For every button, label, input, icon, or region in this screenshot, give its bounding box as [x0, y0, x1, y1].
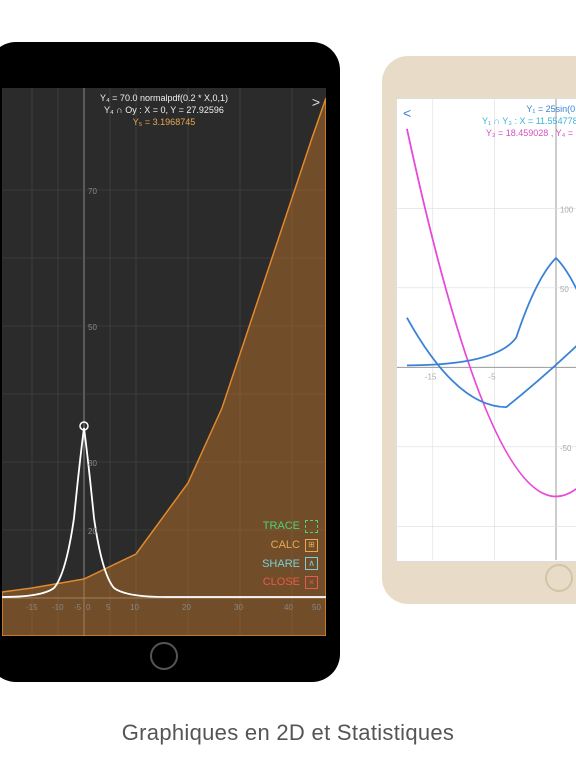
svg-text:50: 50 — [312, 603, 321, 612]
close-button[interactable]: CLOSE × — [262, 573, 318, 592]
nav-next-icon[interactable]: > — [312, 94, 320, 110]
svg-text:20: 20 — [182, 603, 191, 612]
svg-text:10: 10 — [130, 603, 139, 612]
page-caption: Graphiques en 2D et Statistiques — [0, 720, 576, 746]
svg-text:70: 70 — [88, 187, 97, 196]
svg-text:50: 50 — [560, 285, 569, 294]
svg-text:20: 20 — [88, 527, 97, 536]
svg-text:-5: -5 — [74, 603, 82, 612]
svg-text:40: 40 — [284, 603, 293, 612]
svg-text:5: 5 — [106, 603, 111, 612]
calc-button[interactable]: CALC ⊞ — [262, 536, 318, 555]
home-button-dark[interactable] — [150, 642, 178, 670]
calc-icon: ⊞ — [305, 539, 318, 552]
share-button[interactable]: SHARE ∧ — [262, 555, 318, 574]
svg-text:-50: -50 — [560, 444, 572, 453]
equation-y3-y4: Y₃ = 18.459028 , Y₄ = 2.2538278E-0 — [397, 127, 576, 139]
svg-text:50: 50 — [88, 323, 97, 332]
equation-y1: Y₁ = 25sin(0.2X) — [397, 103, 576, 115]
trace-button[interactable]: TRACE — [262, 517, 318, 536]
svg-text:100: 100 — [560, 205, 574, 214]
trace-label: TRACE — [263, 517, 300, 536]
svg-text:-5: -5 — [488, 372, 496, 381]
svg-text:30: 30 — [88, 459, 97, 468]
close-label: CLOSE — [263, 573, 300, 592]
share-label: SHARE — [262, 555, 300, 574]
equation-y4: Y₄ = 70.0 normalpdf(0.2 * X,0,1) — [2, 92, 326, 104]
graph-menu-left: TRACE CALC ⊞ SHARE ∧ CLOSE × — [262, 517, 318, 592]
svg-text:30: 30 — [234, 603, 243, 612]
ipad-dark: -15 -10 -5 0 5 10 20 30 40 50 70 50 30 20 Y₄ = 70.0 … — [0, 42, 340, 682]
calc-label: CALC — [271, 536, 300, 555]
svg-text:0: 0 — [86, 603, 91, 612]
svg-text:-10: -10 — [52, 603, 64, 612]
ipad-light: -15-5515 10050-50 < Y₁ = 25sin(0.2X) Y₁ … — [382, 56, 576, 604]
close-icon: × — [305, 576, 318, 589]
svg-text:-15: -15 — [425, 372, 437, 381]
equation-block-left: Y₄ = 70.0 normalpdf(0.2 * X,0,1) Y₄ ∩ Oy… — [2, 92, 326, 128]
chart-right: -15-5515 10050-50 — [397, 99, 576, 560]
intersection-y4-oy: Y₄ ∩ Oy : X = 0, Y = 27.92596 — [2, 104, 326, 116]
graph-screen-dark[interactable]: -15 -10 -5 0 5 10 20 30 40 50 70 50 30 20 Y₄ = 70.0 … — [2, 88, 326, 636]
svg-text:-15: -15 — [26, 603, 38, 612]
share-icon: ∧ — [305, 557, 318, 570]
screen-dark-bezel: -15 -10 -5 0 5 10 20 30 40 50 70 50 30 20 Y₄ = 70.0 … — [2, 88, 326, 636]
home-button-light[interactable] — [545, 564, 573, 592]
equation-y5: Y₅ = 3.1968745 — [2, 116, 326, 128]
graph-screen-light[interactable]: -15-5515 10050-50 < Y₁ = 25sin(0.2X) Y₁ … — [397, 99, 576, 561]
trace-icon — [305, 520, 318, 533]
intersection-y1-y3: Y₁ ∩ Y₃ : X = 11.554778, Y = 18.45902 — [397, 115, 576, 127]
equation-block-right: Y₁ = 25sin(0.2X) Y₁ ∩ Y₃ : X = 11.554778… — [397, 103, 576, 139]
screen-light-bezel: -15-5515 10050-50 < Y₁ = 25sin(0.2X) Y₁ … — [396, 98, 576, 562]
